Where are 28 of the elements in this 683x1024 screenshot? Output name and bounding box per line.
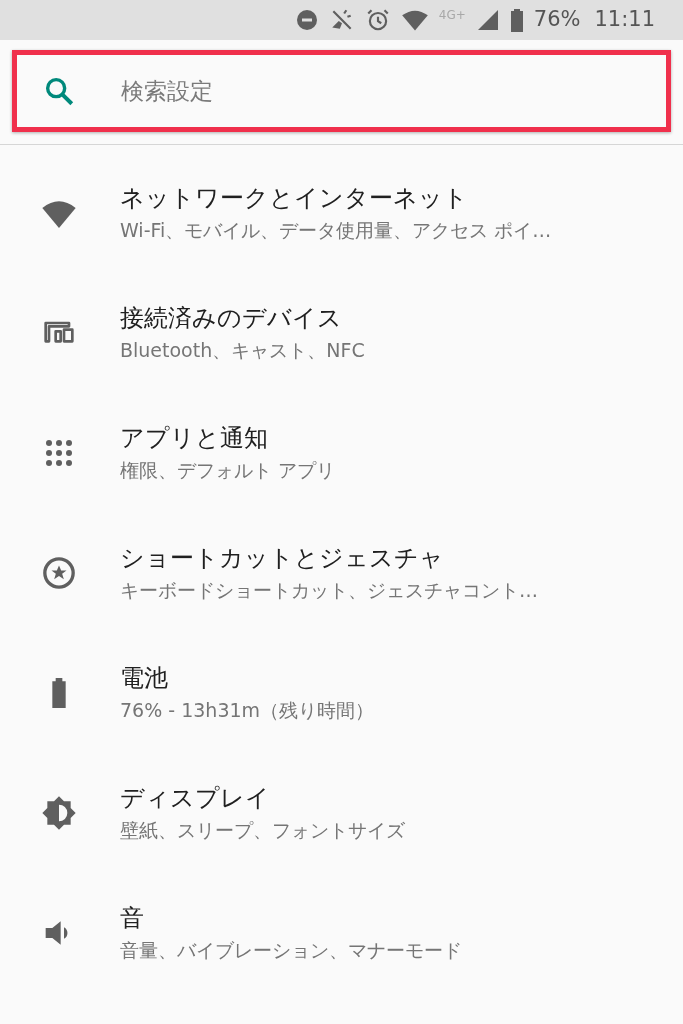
item-title: アプリと通知 — [120, 423, 269, 454]
settings-item[interactable]: アプリと通知 権限、デフォルト アプリ — [0, 393, 683, 513]
item-title: ネットワークとインターネット — [120, 183, 469, 214]
item-title: ショートカットとジェスチャ — [120, 543, 445, 574]
item-subtitle: 壁紙、スリープ、フォントサイズ — [120, 818, 405, 843]
item-subtitle: Bluetooth、キャスト、NFC — [120, 338, 365, 363]
battery-percentage: 76% — [533, 6, 581, 34]
item-title: 接続済みのデバイス — [120, 303, 343, 334]
battery-icon — [509, 8, 524, 32]
settings-item[interactable]: ネットワークとインターネット Wi-Fi、モバイル、データ使用量、アクセス ポイ… — [0, 153, 683, 273]
settings-item[interactable]: 電池 76% - 13h31m（残り時間） — [0, 633, 683, 753]
search-field[interactable]: 検索設定 — [12, 50, 671, 132]
wifi-icon — [400, 8, 429, 32]
item-subtitle: Wi-Fi、モバイル、データ使用量、アクセス ポイ… — [120, 218, 552, 243]
do-not-disturb-icon — [294, 8, 319, 32]
settings-item[interactable]: 接続済みのデバイス Bluetooth、キャスト、NFC — [0, 273, 683, 393]
item-subtitle: 音量、バイブレーション、マナーモード — [120, 938, 462, 963]
item-title: 電池 — [120, 663, 169, 694]
item-title: ディスプレイ — [120, 783, 271, 814]
settings-item[interactable]: ディスプレイ 壁紙、スリープ、フォントサイズ — [0, 753, 683, 873]
item-subtitle: 権限、デフォルト アプリ — [120, 458, 336, 483]
item-title: 音 — [120, 903, 145, 934]
network-type: 4G+ — [438, 7, 466, 24]
settings-item[interactable]: ショートカットとジェスチャ キーボードショートカット、ジェスチャコント… — [0, 513, 683, 633]
settings-item[interactable]: 音 音量、バイブレーション、マナーモード — [0, 873, 683, 993]
clock: 11:11 — [594, 6, 655, 34]
item-subtitle: 76% - 13h31m（残り時間） — [120, 698, 375, 723]
item-subtitle: キーボードショートカット、ジェスチャコント… — [120, 578, 538, 603]
